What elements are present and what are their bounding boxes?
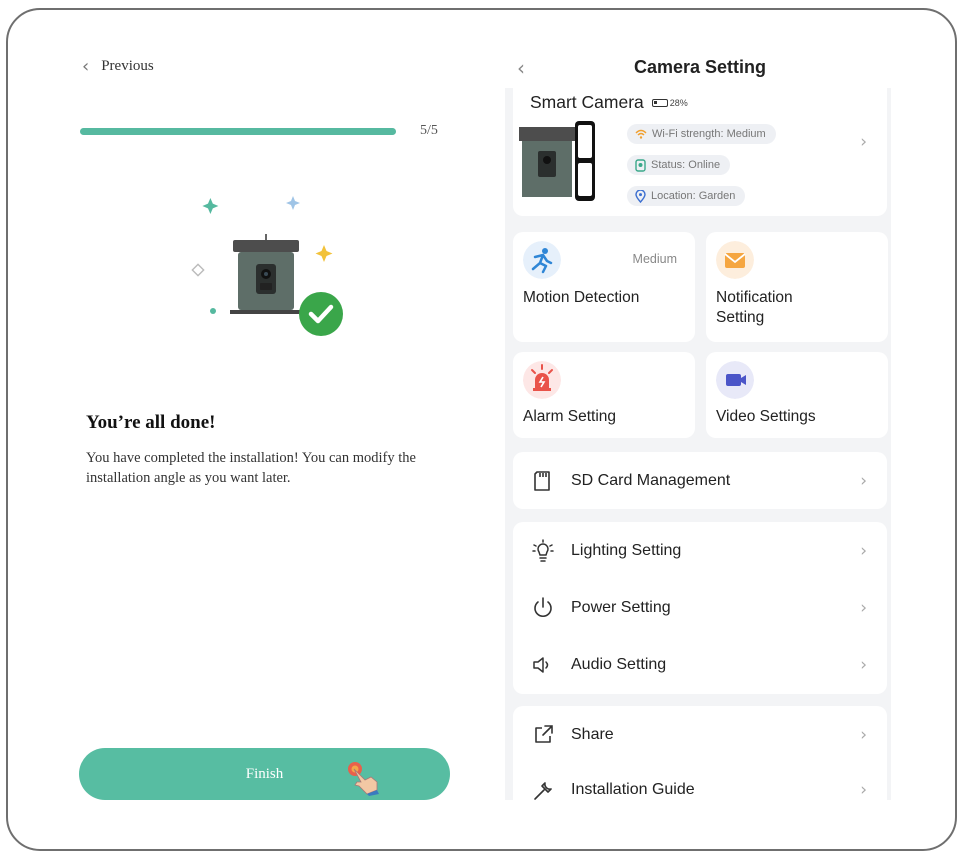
settings-background: Smart Camera 28% Wi-Fi strength: Medium …	[505, 88, 891, 800]
previous-button[interactable]: ‹ Previous	[82, 56, 154, 77]
camera-name: Smart Camera	[530, 92, 644, 112]
row-installation-guide[interactable]: Installation Guide ›	[513, 763, 887, 818]
tap-hand-icon	[348, 762, 379, 796]
row-power-setting[interactable]: Power Setting ›	[513, 579, 887, 636]
location-text: Location: Garden	[651, 190, 736, 202]
chevron-right-icon: ›	[860, 470, 867, 491]
camera-thumbnail	[519, 121, 595, 201]
progress-bar	[80, 128, 396, 135]
power-icon	[534, 596, 552, 617]
sd-card-icon	[534, 470, 550, 491]
tile-alarm-setting[interactable]: Alarm Setting	[513, 352, 695, 438]
chevron-right-icon: ›	[860, 132, 867, 152]
tile-video-settings[interactable]: Video Settings	[706, 352, 888, 438]
video-camera-icon	[716, 361, 754, 399]
motion-sensitivity-value: Medium	[632, 252, 677, 266]
chevron-right-icon: ›	[860, 780, 867, 800]
device-settings-group: Lighting Setting › Power Setting › Audio…	[513, 522, 887, 694]
row-lighting-setting[interactable]: Lighting Setting ›	[513, 522, 887, 579]
chevron-right-icon: ›	[860, 540, 867, 561]
row-share[interactable]: Share ›	[513, 706, 887, 763]
camera-installed-illustration	[191, 196, 343, 336]
running-person-icon	[523, 241, 561, 279]
camera-setting-panel: ‹ Camera Setting Smart Camera 28% Wi-Fi …	[505, 40, 895, 830]
chevron-right-icon: ›	[860, 654, 867, 675]
row-label: Power Setting	[571, 598, 671, 616]
row-label: Lighting Setting	[571, 541, 682, 559]
installation-complete-panel: ‹ Previous 5/5 You’re all done! You have…	[70, 40, 460, 820]
previous-label: Previous	[101, 58, 154, 74]
wifi-icon	[635, 129, 647, 139]
finish-label: Finish	[245, 765, 284, 782]
tile-label: Video Settings	[716, 408, 816, 425]
wifi-strength-text: Wi-Fi strength: Medium	[652, 128, 766, 140]
battery-level: 28%	[669, 97, 688, 108]
battery-indicator: 28%	[651, 97, 688, 108]
camera-name-row: Smart Camera 28%	[530, 92, 688, 113]
location-badge: Location: Garden	[627, 186, 746, 206]
completion-message: You have completed the installation! You…	[86, 450, 416, 486]
tile-label: Notification Setting	[716, 289, 793, 326]
row-label: Audio Setting	[571, 655, 667, 673]
wrench-icon	[534, 782, 552, 800]
row-label: SD Card Management	[571, 471, 731, 489]
tile-label: Motion Detection	[523, 289, 640, 306]
battery-icon	[651, 98, 668, 107]
camera-status-icon	[635, 158, 646, 172]
row-audio-setting[interactable]: Audio Setting ›	[513, 636, 887, 693]
light-bulb-icon	[532, 538, 554, 562]
alarm-siren-icon	[523, 361, 561, 399]
completion-title: You’re all done!	[86, 412, 216, 433]
step-indicator: 5/5	[420, 123, 438, 138]
tile-label: Alarm Setting	[523, 408, 617, 425]
page-title: Camera Setting	[633, 57, 767, 77]
speaker-icon	[533, 656, 549, 673]
wifi-strength-badge: Wi-Fi strength: Medium	[627, 124, 776, 144]
chevron-left-icon: ‹	[82, 56, 90, 77]
sd-card-management-card: SD Card Management ›	[513, 452, 887, 509]
tile-notification-setting[interactable]: Notification Setting	[706, 232, 888, 342]
row-sd-card-management[interactable]: SD Card Management ›	[513, 452, 887, 509]
chevron-right-icon: ›	[860, 724, 867, 745]
row-label: Share	[571, 725, 614, 743]
progress-fill	[80, 128, 396, 135]
share-icon	[535, 724, 553, 743]
status-badge: Status: Online	[627, 155, 731, 175]
location-pin-icon	[635, 189, 646, 203]
finish-button[interactable]: Finish	[79, 748, 450, 800]
tile-motion-detection[interactable]: Medium Motion Detection	[513, 232, 695, 342]
row-label: Installation Guide	[571, 781, 695, 798]
other-settings-group: Share › Installation Guide ›	[513, 706, 887, 800]
camera-info-card[interactable]: Smart Camera 28% Wi-Fi strength: Medium …	[513, 88, 887, 216]
chevron-right-icon: ›	[860, 597, 867, 618]
status-text: Status: Online	[651, 159, 721, 171]
envelope-icon	[716, 241, 754, 279]
